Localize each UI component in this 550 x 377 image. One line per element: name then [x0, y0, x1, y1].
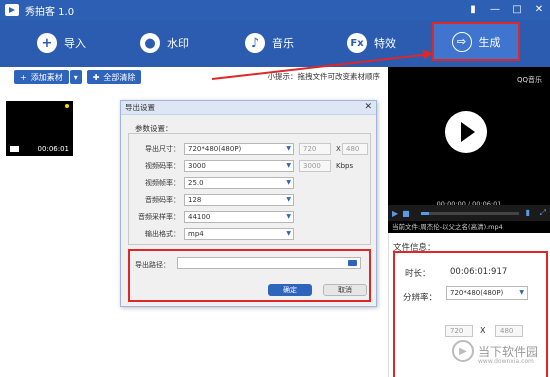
- volume-icon[interactable]: ▮: [526, 208, 530, 217]
- drag-tip: 小提示：拖拽文件可改变素材顺序: [267, 72, 381, 81]
- plus-icon: +: [20, 72, 27, 82]
- width-input[interactable]: 720: [299, 143, 331, 155]
- info-width-input[interactable]: 720: [445, 325, 473, 337]
- seek-progress: [421, 212, 429, 215]
- window-controls: ▮ — □ ✕: [466, 3, 546, 16]
- app-title: 秀拍客 1.0: [25, 6, 75, 18]
- droplet-icon: ●: [140, 33, 160, 53]
- title-bar: 秀拍客 1.0 ▮ — □ ✕: [0, 0, 550, 20]
- import-label: 导入: [64, 37, 86, 50]
- dialog-title: 导出设置: [121, 101, 376, 115]
- path-label: 导出路径：: [135, 261, 170, 269]
- export-settings-dialog: 导出设置 ✕ 参数设置： 导出尺寸： 720*480(480P) 720 X 4…: [120, 100, 377, 307]
- video-camera-icon: [10, 146, 19, 152]
- param-row-size: 导出尺寸： 720*480(480P) 720 X 480: [129, 142, 372, 156]
- param-row-video-bitrate: 视频码率： 3000 3000 Kbps: [129, 159, 372, 173]
- effects-button[interactable]: Fx 特效: [347, 30, 396, 56]
- folder-icon[interactable]: [348, 260, 357, 266]
- params-panel: 导出尺寸： 720*480(480P) 720 X 480 视频码率： 3000…: [128, 133, 371, 245]
- watermark-button[interactable]: ● 水印: [140, 30, 189, 56]
- frame-rate-select[interactable]: 25.0: [184, 177, 294, 189]
- export-path-panel: 导出路径： 确定 取消: [128, 249, 371, 302]
- frame-rate-label: 视频帧率：: [145, 179, 180, 187]
- watermark-label: 水印: [167, 37, 189, 50]
- music-label: 音乐: [272, 37, 294, 50]
- path-input[interactable]: [177, 257, 361, 269]
- effects-label: 特效: [374, 37, 396, 50]
- cancel-button[interactable]: 取消: [323, 284, 367, 296]
- size-label: 导出尺寸：: [145, 145, 180, 153]
- status-dot-icon: [65, 104, 69, 108]
- import-button[interactable]: + 导入: [37, 30, 86, 56]
- site-watermark: ▶ 当下软件园 www.downxia.com: [452, 340, 539, 365]
- app-logo-icon: [5, 4, 19, 16]
- resolution-select[interactable]: 720*480(480P): [446, 286, 528, 300]
- kbps-input[interactable]: 3000: [299, 160, 331, 172]
- duration-label: 时长：: [405, 269, 431, 279]
- stop-button-icon[interactable]: ■: [402, 209, 410, 218]
- add-material-dropdown[interactable]: ▾: [69, 70, 82, 84]
- audio-bitrate-label: 音频码率：: [145, 196, 180, 204]
- video-bitrate-label: 视频码率：: [145, 162, 180, 170]
- minimize-button[interactable]: —: [488, 3, 502, 16]
- add-material-button[interactable]: + 添加素材: [14, 70, 69, 84]
- video-preview: QQ音乐 00:00:00 / 00:06:01: [388, 67, 550, 221]
- x-separator: X: [336, 145, 341, 153]
- site-url: www.downxia.com: [478, 358, 534, 365]
- fx-icon: Fx: [347, 33, 367, 53]
- param-row-audio-bitrate: 音频码率： 128: [129, 193, 372, 207]
- main-toolbar: + 导入 ● 水印 ♪ 音乐 Fx 特效 ⇨ 生成: [0, 20, 550, 67]
- chevron-down-icon: ▾: [73, 72, 78, 82]
- music-button[interactable]: ♪ 音乐: [245, 30, 294, 56]
- info-height-input[interactable]: 480: [495, 325, 523, 337]
- export-arrow-icon: ⇨: [451, 31, 472, 52]
- annotation-arrow-head: [422, 48, 434, 60]
- param-row-frame-rate: 视频帧率： 25.0: [129, 176, 372, 190]
- close-button[interactable]: ✕: [532, 3, 546, 16]
- material-bar: + 添加素材 ▾ ✚ 全部清除 小提示：拖拽文件可改变素材顺序: [0, 67, 388, 87]
- thumbnail-duration: 00:06:01: [37, 145, 69, 153]
- audio-bitrate-select[interactable]: 128: [184, 194, 294, 206]
- size-select[interactable]: 720*480(480P): [184, 143, 294, 155]
- param-row-format: 输出格式： mp4: [129, 227, 372, 241]
- clear-all-button[interactable]: ✚ 全部清除: [86, 70, 142, 84]
- fullscreen-icon[interactable]: ⤢: [540, 208, 546, 218]
- format-select[interactable]: mp4: [184, 228, 294, 240]
- ok-button[interactable]: 确定: [268, 284, 312, 296]
- current-filename: 当前文件:周杰伦-以父之名(高清).mp4: [388, 221, 550, 233]
- site-logo-icon: ▶: [452, 340, 474, 362]
- maximize-button[interactable]: □: [510, 3, 524, 16]
- format-label: 输出格式：: [145, 230, 180, 238]
- param-row-sample-rate: 音频采样率： 44100: [129, 210, 372, 224]
- sample-rate-label: 音频采样率：: [138, 213, 180, 221]
- sample-rate-select[interactable]: 44100: [184, 211, 294, 223]
- kbps-unit: Kbps: [336, 162, 354, 170]
- play-icon[interactable]: [445, 111, 487, 153]
- close-icon[interactable]: ✕: [364, 102, 372, 112]
- video-bitrate-select[interactable]: 3000: [184, 160, 294, 172]
- height-input[interactable]: 480: [342, 143, 368, 155]
- media-thumbnail[interactable]: 00:06:01: [6, 101, 73, 156]
- duration-value: 00:06:01:917: [450, 267, 508, 277]
- generate-button[interactable]: ⇨ 生成: [432, 22, 520, 61]
- seek-bar[interactable]: [421, 212, 519, 215]
- music-note-icon: ♪: [245, 33, 265, 53]
- resolution-label: 分辨率：: [403, 293, 438, 303]
- add-material-label: 添加素材: [30, 72, 63, 82]
- plus-icon: +: [37, 33, 57, 53]
- playback-controls: ▶ ■ ▮ ⤢: [388, 205, 550, 221]
- play-button-icon[interactable]: ▶: [392, 209, 398, 218]
- clear-all-label: 全部清除: [103, 72, 136, 82]
- info-x-separator: X: [480, 326, 486, 335]
- skin-icon[interactable]: ▮: [466, 3, 480, 16]
- video-logo: QQ音乐: [516, 76, 542, 84]
- generate-label: 生成: [478, 35, 501, 49]
- site-name: 当下软件园: [478, 344, 539, 359]
- clear-icon: ✚: [92, 72, 100, 82]
